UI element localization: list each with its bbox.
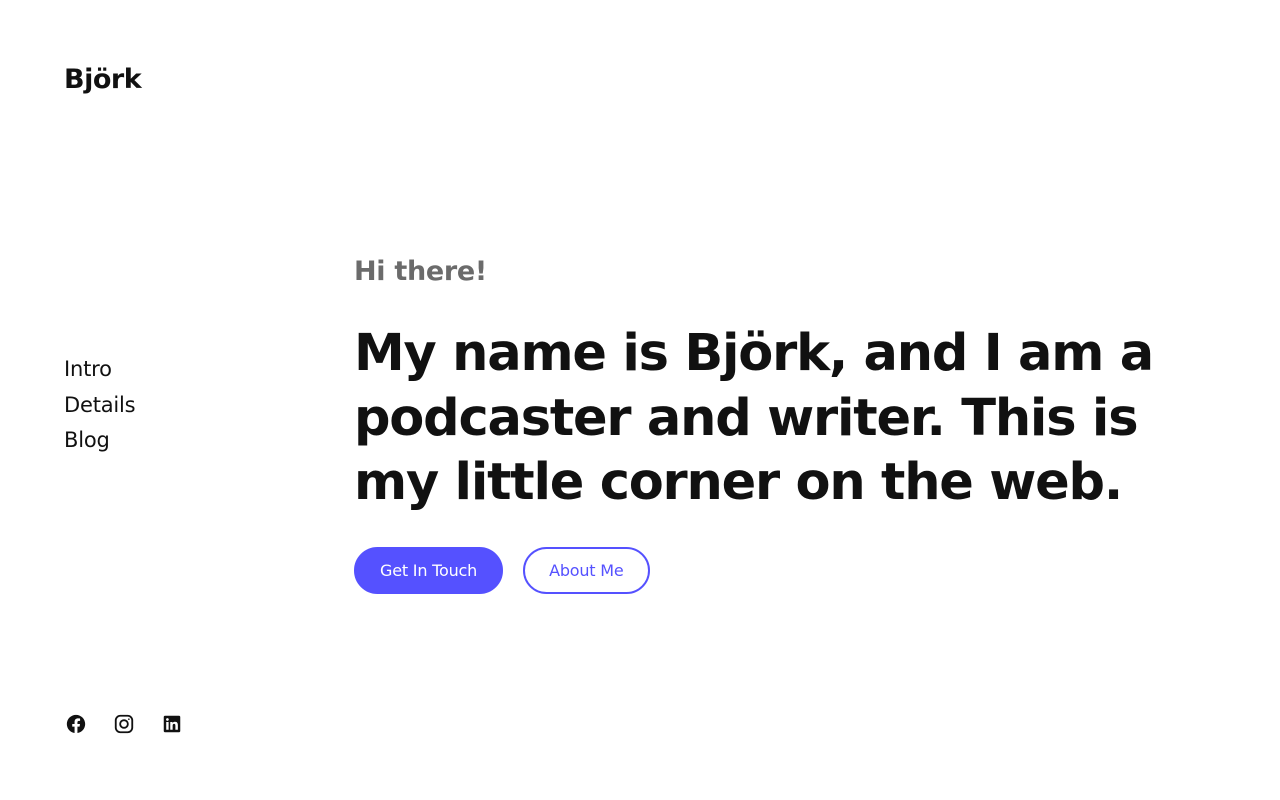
about-me-button[interactable]: About Me xyxy=(523,546,650,594)
nav-item-blog[interactable]: Blog xyxy=(64,423,135,459)
site-title-link[interactable]: Björk xyxy=(64,62,142,98)
hero-section: Hi there! My name is Björk, and I am a p… xyxy=(354,252,1234,594)
linkedin-icon[interactable] xyxy=(160,712,184,736)
primary-navigation: Intro Details Blog xyxy=(64,352,136,459)
page: Björk Intro Details Blog Hi there! My na… xyxy=(0,0,1280,800)
social-links xyxy=(64,712,184,736)
hero-greeting: Hi there! xyxy=(354,256,487,287)
hero-headline: My name is Björk, and I am a podcaster a… xyxy=(354,324,1154,512)
instagram-icon[interactable] xyxy=(112,712,136,736)
nav-item-intro[interactable]: Intro xyxy=(64,352,135,388)
get-in-touch-button[interactable]: Get In Touch xyxy=(354,546,504,594)
facebook-icon[interactable] xyxy=(64,712,88,736)
nav-item-details[interactable]: Details xyxy=(64,388,136,424)
hero-buttons: Get In Touch About Me xyxy=(354,546,1234,594)
